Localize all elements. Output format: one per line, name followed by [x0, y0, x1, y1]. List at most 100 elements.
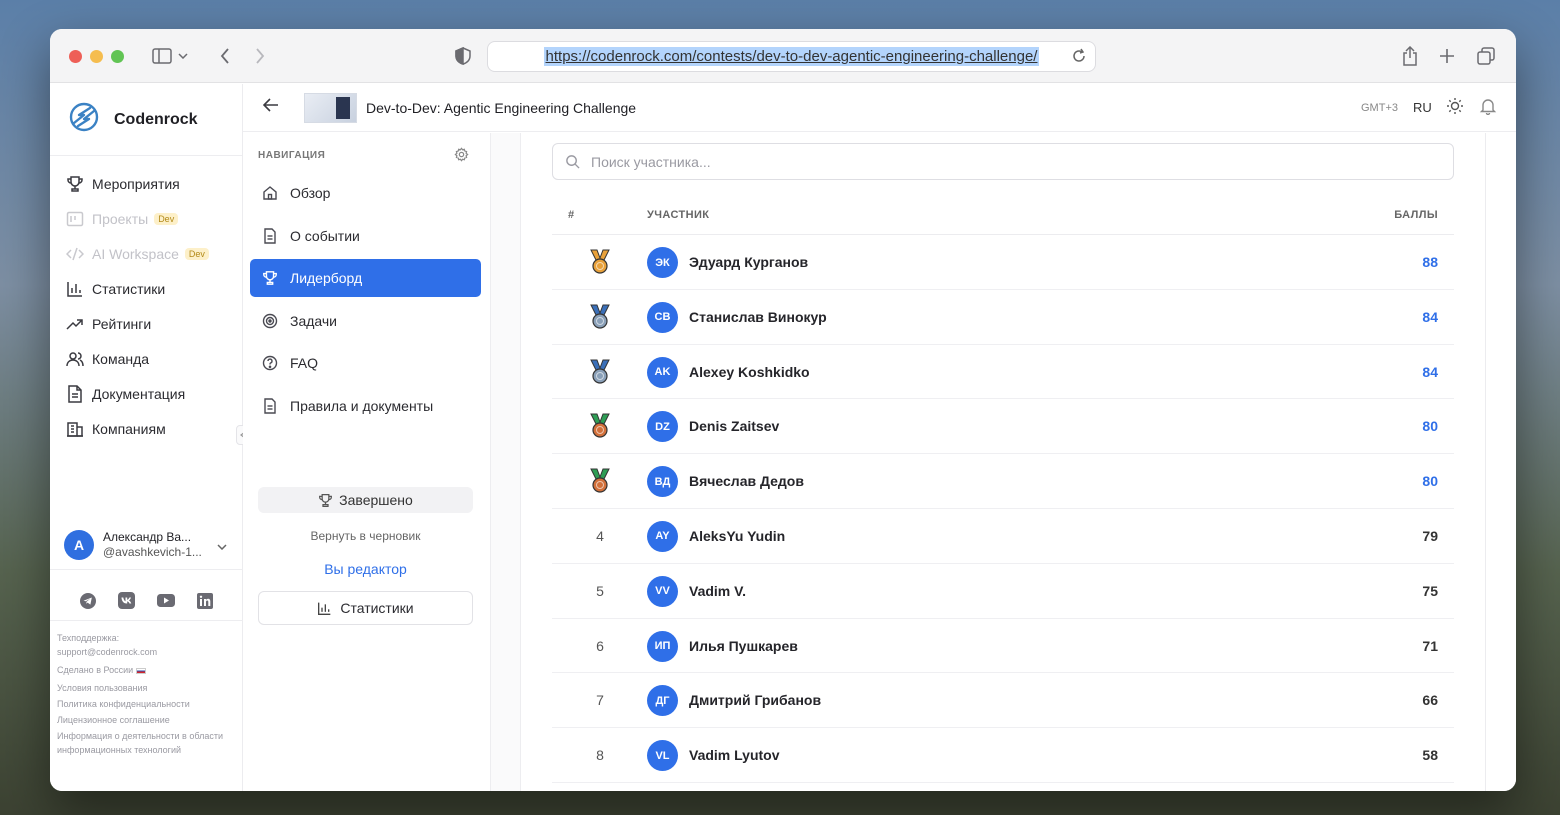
table-row[interactable]: ВД Вячеслав Дедов 80 — [552, 454, 1454, 509]
table-row[interactable]: AK Alexey Koshkidko 84 — [552, 345, 1454, 400]
statistics-button-label: Статистики — [340, 600, 414, 616]
gear-icon[interactable] — [454, 147, 469, 167]
terms-link[interactable]: Условия пользования — [57, 681, 237, 696]
sidebar-item-ai-workspace[interactable]: AI Workspace Dev — [50, 236, 242, 271]
avatar[interactable]: AY — [647, 520, 678, 552]
event-nav-faq[interactable]: FAQ — [250, 344, 481, 382]
statistics-button[interactable]: Статистики — [258, 591, 473, 625]
back-arrow-icon[interactable] — [262, 98, 279, 117]
avatar[interactable]: ЭК — [647, 247, 678, 278]
event-nav-overview[interactable]: Обзор — [250, 174, 481, 212]
avatar[interactable]: ВД — [647, 466, 678, 498]
silver-medal-icon — [588, 345, 612, 399]
participant-score: 79 — [1422, 527, 1438, 544]
event-nav-tasks[interactable]: Задачи — [250, 302, 481, 340]
table-row[interactable]: СВ Станислав Винокур 84 — [552, 290, 1454, 345]
participant-name[interactable]: Denis Zaitsev — [689, 418, 779, 434]
search-icon — [565, 154, 580, 172]
avatar[interactable]: ДГ — [647, 685, 678, 717]
event-nav-about[interactable]: О событии — [250, 217, 481, 255]
reload-icon[interactable] — [1071, 48, 1087, 68]
event-nav-leaderboard[interactable]: Лидерборд — [250, 259, 481, 297]
event-nav-rules[interactable]: Правила и документы — [250, 387, 481, 425]
table-row[interactable]: 4 AY AleksYu Yudin 79 — [552, 509, 1454, 564]
participant-name[interactable]: Vadim Lyutov — [689, 747, 780, 763]
url-text: https://codenrock.com/contests/dev-to-de… — [543, 47, 1040, 66]
table-row[interactable]: DZ Denis Zaitsev 80 — [552, 399, 1454, 455]
address-bar[interactable]: https://codenrock.com/contests/dev-to-de… — [487, 41, 1096, 72]
language-selector[interactable]: RU — [1413, 100, 1432, 115]
sidebar-item-companies[interactable]: Компаниям — [50, 411, 242, 446]
telegram-icon[interactable] — [79, 592, 97, 610]
sidebar-item-projects[interactable]: Проекты Dev — [50, 201, 242, 236]
zoom-window-button[interactable] — [111, 50, 124, 63]
youtube-icon[interactable] — [157, 592, 176, 610]
trophy-icon — [66, 175, 84, 193]
shield-icon[interactable] — [451, 44, 475, 68]
avatar[interactable]: DZ — [647, 411, 678, 443]
silver-medal-icon — [588, 290, 612, 344]
sidebar-toggle-icon[interactable] — [150, 44, 174, 68]
participant-name[interactable]: Vadim V. — [689, 583, 746, 599]
browser-toolbar: https://codenrock.com/contests/dev-to-de… — [50, 29, 1516, 83]
tab-overview-icon[interactable] — [1474, 44, 1498, 68]
chevron-down-icon[interactable] — [176, 44, 190, 68]
target-icon — [262, 313, 278, 329]
forward-arrow-icon[interactable] — [248, 44, 272, 68]
avatar[interactable]: VL — [647, 740, 678, 772]
sidebar-item-events[interactable]: Мероприятия — [50, 166, 242, 201]
sidebar-item-label: Команда — [92, 350, 150, 367]
new-tab-icon[interactable] — [1435, 44, 1459, 68]
sidebar-item-team[interactable]: Команда — [50, 341, 242, 376]
participant-name[interactable]: AleksYu Yudin — [689, 528, 785, 544]
search-input[interactable]: Поиск участника... — [552, 143, 1454, 180]
linkedin-icon[interactable] — [196, 592, 214, 610]
participant-score: 58 — [1422, 747, 1438, 764]
column-header-score[interactable]: БАЛЛЫ — [1394, 209, 1438, 221]
table-row[interactable]: ЭК Эдуард Курганов 88 — [552, 235, 1454, 290]
back-arrow-icon[interactable] — [213, 44, 237, 68]
participant-score: 75 — [1422, 582, 1438, 599]
participant-name[interactable]: Дмитрий Грибанов — [689, 692, 821, 708]
avatar[interactable]: ИП — [647, 630, 678, 662]
sidebar-item-docs[interactable]: Документация — [50, 376, 242, 411]
minimize-window-button[interactable] — [90, 50, 103, 63]
home-icon — [262, 185, 278, 201]
avatar[interactable]: AK — [647, 356, 678, 388]
it-info-link[interactable]: Информация о деятельности в области инфо… — [57, 729, 237, 757]
avatar[interactable]: VV — [647, 575, 678, 607]
return-to-draft-link[interactable]: Вернуть в черновик — [258, 529, 473, 543]
support-email-link[interactable]: support@codenrock.com — [57, 645, 237, 660]
privacy-link[interactable]: Политика конфиденциальности — [57, 697, 237, 712]
table-row[interactable]: 6 ИП Илья Пушкарев 71 — [552, 619, 1454, 674]
editor-link[interactable]: Вы редактор — [258, 561, 473, 577]
license-link[interactable]: Лицензионное соглашение — [57, 713, 237, 728]
sidebar-item-label: Компаниям — [92, 420, 166, 437]
participant-name[interactable]: Эдуард Курганов — [689, 254, 808, 270]
event-nav-heading: НАВИГАЦИЯ — [258, 150, 326, 161]
share-icon[interactable] — [1398, 44, 1422, 68]
timezone-selector[interactable]: GMT+3 — [1361, 102, 1398, 114]
avatar[interactable]: СВ — [647, 301, 678, 333]
close-window-button[interactable] — [69, 50, 82, 63]
participant-name[interactable]: Илья Пушкарев — [689, 638, 798, 654]
event-nav: НАВИГАЦИЯ Обзор О событии Лидерборд Зада… — [243, 133, 491, 791]
participant-name[interactable]: Станислав Винокур — [689, 309, 827, 325]
code-icon — [66, 245, 84, 263]
bell-icon[interactable] — [1479, 97, 1497, 120]
brand-logo[interactable]: Codenrock — [50, 84, 242, 156]
brand-name: Codenrock — [114, 110, 198, 128]
table-row[interactable]: 7 ДГ Дмитрий Грибанов 66 — [552, 673, 1454, 729]
sun-icon[interactable] — [1446, 97, 1464, 120]
vk-icon[interactable] — [118, 592, 136, 610]
table-row[interactable]: 8 VL Vadim Lyutov 58 — [552, 728, 1454, 783]
table-row[interactable]: 5 VV Vadim V. 75 — [552, 564, 1454, 619]
user-profile-menu[interactable]: A Александр Ва... @avashkevich-1... — [50, 520, 243, 570]
sidebar-item-statistics[interactable]: Статистики — [50, 271, 242, 306]
participant-name[interactable]: Вячеслав Дедов — [689, 473, 804, 489]
russia-flag-icon — [135, 667, 146, 674]
sidebar-item-ratings[interactable]: Рейтинги — [50, 306, 242, 341]
participant-name[interactable]: Alexey Koshkidko — [689, 364, 810, 380]
event-nav-label: FAQ — [290, 355, 319, 371]
browser-window: https://codenrock.com/contests/dev-to-de… — [50, 29, 1516, 791]
